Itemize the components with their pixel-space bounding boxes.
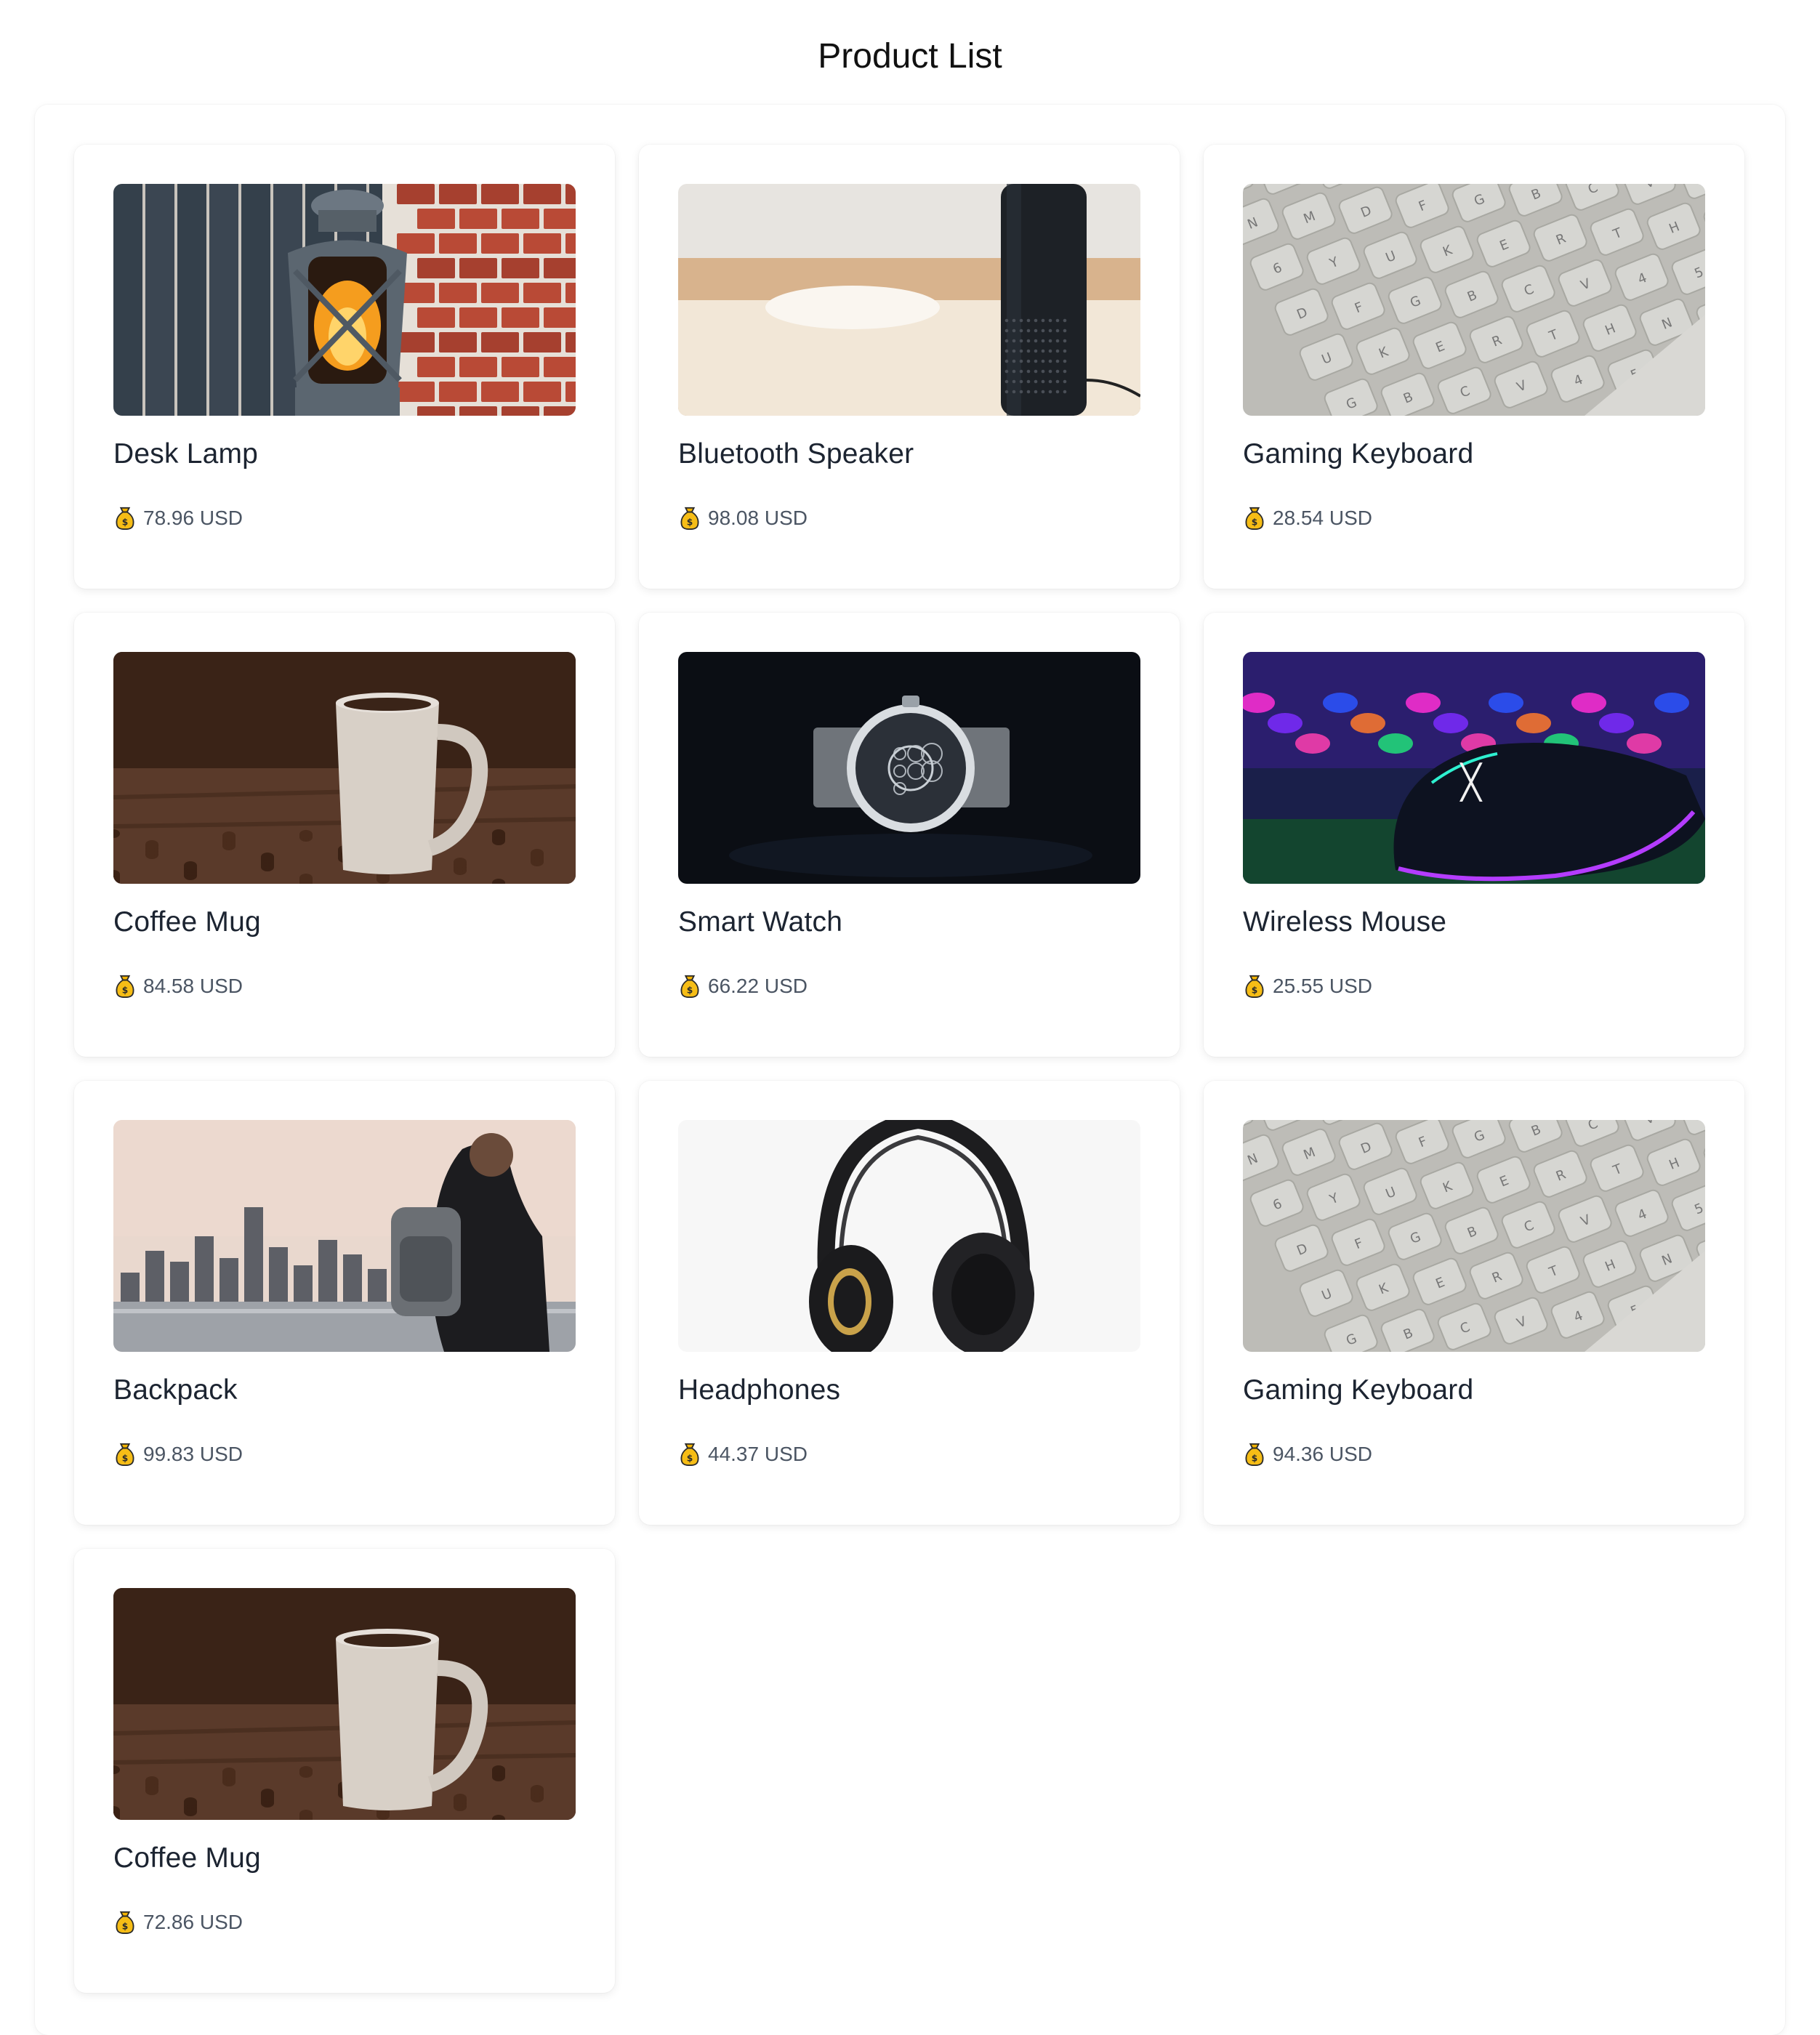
product-card[interactable]: Desk Lamp 78.96 USD <box>74 145 615 589</box>
product-name: Smart Watch <box>678 906 843 938</box>
product-image[interactable] <box>113 1120 576 1352</box>
product-name: Wireless Mouse <box>1243 906 1447 938</box>
money-bag-icon <box>113 974 137 999</box>
product-price: 84.58 USD <box>143 975 243 997</box>
product-card[interactable]: Backpack 99.83 USD <box>74 1081 615 1525</box>
page-title: Product List <box>818 37 1002 76</box>
svg-text:╳: ╳ <box>1459 762 1483 802</box>
product-price: 78.96 USD <box>143 507 243 529</box>
product-price-row: 25.55 USD <box>1243 972 1372 1001</box>
product-card[interactable]: Smart Watch 66.22 USD <box>639 613 1180 1057</box>
money-bag-icon <box>1243 506 1266 531</box>
product-price: 99.83 USD <box>143 1443 243 1465</box>
product-card[interactable]: Headphones 44.37 USD <box>639 1081 1180 1525</box>
product-price: 66.22 USD <box>708 975 808 997</box>
product-name: Desk Lamp <box>113 438 259 470</box>
product-price: 72.86 USD <box>143 1911 243 1933</box>
product-image[interactable] <box>678 1120 1140 1352</box>
product-name: Backpack <box>113 1374 238 1406</box>
product-price: 98.08 USD <box>708 507 808 529</box>
product-price-row: 72.86 USD <box>113 1908 243 1937</box>
product-image[interactable]: 4 5 6 Y U K E R <box>1243 184 1705 416</box>
product-price-row: 84.58 USD <box>113 972 243 1001</box>
money-bag-icon <box>678 1442 701 1467</box>
product-price-row: 78.96 USD <box>113 504 243 533</box>
product-card[interactable]: Bluetooth Speaker 98.08 USD <box>639 145 1180 589</box>
product-price: 44.37 USD <box>708 1443 808 1465</box>
product-list-panel: Desk Lamp 78.96 USD Bluetooth Speaker 98.0… <box>35 105 1785 2035</box>
money-bag-icon <box>113 1442 137 1467</box>
product-card[interactable]: ╳ Wireless Mouse 25.55 USD <box>1204 613 1744 1057</box>
product-image[interactable] <box>113 1588 576 1820</box>
product-name: Headphones <box>678 1374 841 1406</box>
product-image[interactable] <box>113 652 576 884</box>
money-bag-icon <box>1243 974 1266 999</box>
product-price-row: 44.37 USD <box>678 1440 808 1469</box>
product-card[interactable]: 4 5 6 Y U K E R <box>1204 1081 1744 1525</box>
product-image[interactable]: ╳ <box>1243 652 1705 884</box>
product-name: Coffee Mug <box>113 906 261 938</box>
product-price-row: 28.54 USD <box>1243 504 1372 533</box>
product-card[interactable]: 4 5 6 Y U K E R <box>1204 145 1744 589</box>
money-bag-icon <box>113 1910 137 1935</box>
money-bag-icon <box>1243 1442 1266 1467</box>
product-price-row: 98.08 USD <box>678 504 808 533</box>
money-bag-icon <box>678 974 701 999</box>
product-card[interactable]: Coffee Mug 72.86 USD <box>74 1549 615 1993</box>
product-grid: Desk Lamp 78.96 USD Bluetooth Speaker 98.0… <box>74 145 1744 1993</box>
product-image[interactable] <box>678 652 1140 884</box>
product-price-row: 99.83 USD <box>113 1440 243 1469</box>
money-bag-icon <box>678 506 701 531</box>
product-price-row: 66.22 USD <box>678 972 808 1001</box>
product-name: Bluetooth Speaker <box>678 438 914 470</box>
product-name: Gaming Keyboard <box>1243 438 1474 470</box>
product-image[interactable] <box>678 184 1140 416</box>
product-name: Gaming Keyboard <box>1243 1374 1474 1406</box>
product-card[interactable]: Coffee Mug 84.58 USD <box>74 613 615 1057</box>
product-image[interactable] <box>113 184 576 416</box>
money-bag-icon <box>113 506 137 531</box>
product-price-row: 94.36 USD <box>1243 1440 1372 1469</box>
product-price: 25.55 USD <box>1273 975 1372 997</box>
product-name: Coffee Mug <box>113 1842 261 1874</box>
product-image[interactable]: 4 5 6 Y U K E R <box>1243 1120 1705 1352</box>
product-price: 28.54 USD <box>1273 507 1372 529</box>
product-price: 94.36 USD <box>1273 1443 1372 1465</box>
